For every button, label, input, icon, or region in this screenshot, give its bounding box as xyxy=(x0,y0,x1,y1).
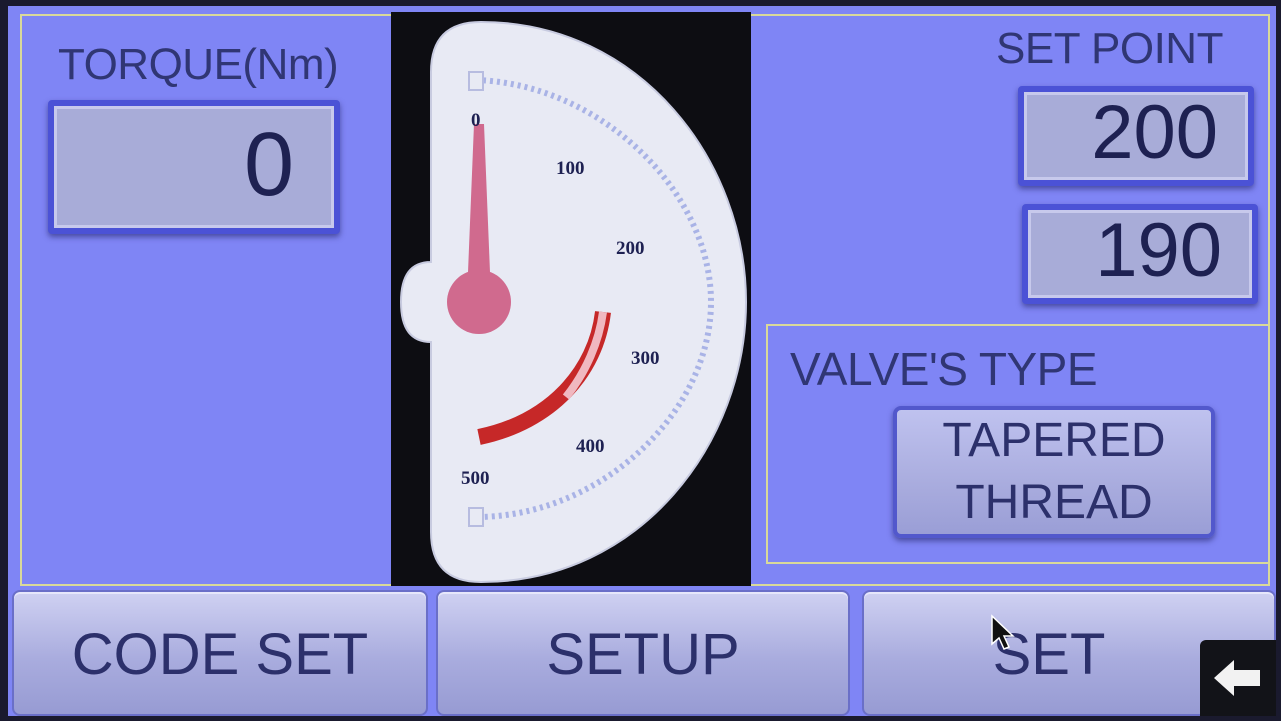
mouse-pointer-icon xyxy=(991,614,1015,650)
gauge-needle-hub xyxy=(447,270,511,334)
torque-gauge: 0 100 200 300 400 500 xyxy=(391,12,751,586)
gauge-tick-label: 500 xyxy=(461,468,490,489)
hmi-screen: TORQUE(Nm) 0 0 100 200 300 400 500 SET P… xyxy=(8,6,1276,716)
valve-type-label: VALVE'S TYPE xyxy=(790,343,1098,395)
setup-button[interactable]: SETUP xyxy=(436,590,850,716)
gauge-bottom-stop xyxy=(468,507,484,527)
set-point-lower-input[interactable]: 190 xyxy=(1022,204,1258,304)
gauge-tick-label: 100 xyxy=(556,158,585,179)
torque-value-display: 0 xyxy=(48,100,340,234)
valve-type-line2: THREAD xyxy=(955,476,1153,529)
back-button[interactable] xyxy=(1200,640,1276,716)
arrow-left-icon xyxy=(1214,660,1260,696)
gauge-tick-label: 400 xyxy=(576,436,605,457)
gauge-tick-label: 200 xyxy=(616,238,645,259)
set-point-upper-input[interactable]: 200 xyxy=(1018,86,1254,186)
gauge-tick-label: 0 xyxy=(471,110,481,131)
torque-label: TORQUE(Nm) xyxy=(58,40,339,89)
set-point-label: SET POINT xyxy=(996,24,1223,73)
gauge-svg: 0 100 200 300 400 500 xyxy=(399,20,748,584)
valve-type-button[interactable]: TAPERED THREAD xyxy=(893,406,1215,538)
gauge-tick-label: 300 xyxy=(631,348,660,369)
gauge-top-stop xyxy=(468,71,484,91)
code-set-button[interactable]: CODE SET xyxy=(12,590,428,716)
valve-type-line1: TAPERED xyxy=(942,414,1166,467)
